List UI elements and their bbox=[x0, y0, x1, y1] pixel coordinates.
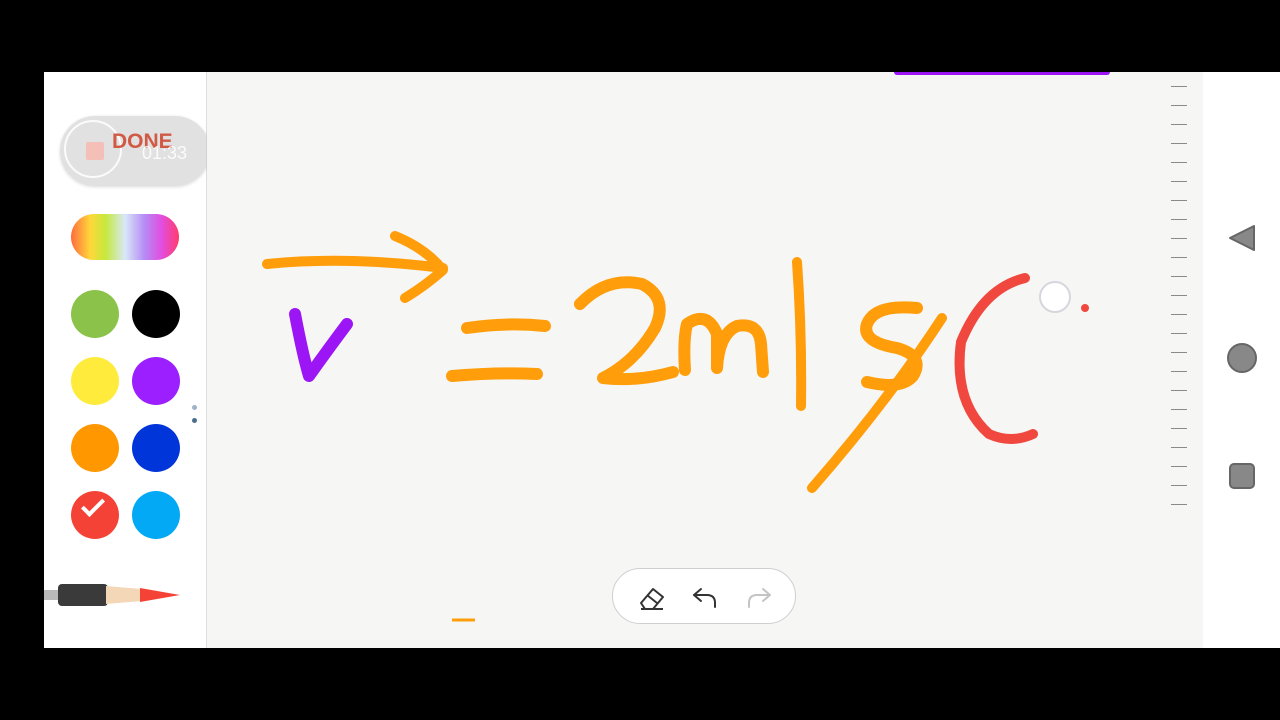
ruler-tick bbox=[1171, 162, 1187, 163]
screen: DONE 01:33 bbox=[44, 72, 1280, 648]
ruler-tick bbox=[1171, 238, 1187, 239]
home-circle-icon[interactable] bbox=[1224, 340, 1260, 376]
swatch-green[interactable] bbox=[71, 290, 119, 338]
back-triangle-icon[interactable] bbox=[1224, 220, 1260, 256]
stop-square-icon bbox=[86, 142, 104, 160]
ruler-tick bbox=[1171, 314, 1187, 315]
checkmark-icon bbox=[80, 492, 106, 518]
ruler-tick bbox=[1171, 485, 1187, 486]
eraser-icon[interactable] bbox=[635, 581, 667, 613]
swatch-orange[interactable] bbox=[71, 424, 119, 472]
page-indicator-dot-active bbox=[192, 418, 197, 423]
ruler-tick bbox=[1171, 276, 1187, 277]
ruler-tick bbox=[1171, 504, 1187, 505]
stroke-v bbox=[289, 308, 353, 382]
stroke-equals-top bbox=[461, 318, 551, 334]
stroke-slash bbox=[792, 257, 807, 411]
stroke-arrow-shaft bbox=[262, 255, 448, 273]
swatch-light-blue[interactable] bbox=[132, 491, 180, 539]
pen-tip-dot bbox=[1081, 304, 1089, 312]
recents-square-icon[interactable] bbox=[1224, 458, 1260, 494]
ruler-tick bbox=[1171, 428, 1187, 429]
ruler-tick bbox=[1171, 333, 1187, 334]
page-scroll-ruler[interactable] bbox=[1171, 82, 1191, 512]
swatch-yellow[interactable] bbox=[71, 357, 119, 405]
swatch-black[interactable] bbox=[132, 290, 180, 338]
undo-icon[interactable] bbox=[689, 581, 721, 613]
ruler-tick bbox=[1171, 86, 1187, 87]
color-spectrum-icon[interactable] bbox=[71, 214, 179, 260]
ruler-tick bbox=[1171, 409, 1187, 410]
stroke-digit-2 bbox=[574, 276, 679, 386]
pen-icon[interactable] bbox=[44, 582, 184, 610]
ruler-tick bbox=[1171, 105, 1187, 106]
system-navigation-bar bbox=[1204, 72, 1280, 648]
ruler-tick bbox=[1171, 257, 1187, 258]
page-indicator-dot bbox=[192, 405, 197, 410]
swatch-red-selected[interactable] bbox=[71, 491, 119, 539]
drawing-tools-panel: DONE 01:33 bbox=[44, 72, 210, 648]
ruler-tick bbox=[1171, 181, 1187, 182]
screen-recorder-done-button[interactable]: DONE 01:33 bbox=[60, 116, 210, 186]
swatch-purple[interactable] bbox=[132, 357, 180, 405]
ruler-tick bbox=[1171, 124, 1187, 125]
ruler-tick bbox=[1171, 352, 1187, 353]
stroke-letter-m bbox=[678, 312, 769, 378]
ruler-tick bbox=[1171, 143, 1187, 144]
recording-timer: 01:33 bbox=[142, 143, 188, 163]
swatch-blue[interactable] bbox=[132, 424, 180, 472]
redo-icon[interactable] bbox=[743, 581, 775, 613]
drawing-canvas[interactable] bbox=[207, 72, 1203, 648]
ruler-tick bbox=[1171, 219, 1187, 220]
ruler-tick bbox=[1171, 390, 1187, 391]
stroke-equals-bottom bbox=[446, 367, 543, 382]
ruler-tick bbox=[1171, 371, 1187, 372]
handwriting-strokes bbox=[262, 72, 1110, 622]
ruler-tick bbox=[1171, 200, 1187, 201]
ruler-tick bbox=[1171, 447, 1187, 448]
ruler-tick bbox=[1171, 295, 1187, 296]
pen-cursor bbox=[1039, 281, 1071, 313]
edit-toolbar bbox=[612, 568, 796, 624]
stroke-red-paren bbox=[954, 273, 1038, 444]
ruler-tick bbox=[1171, 466, 1187, 467]
